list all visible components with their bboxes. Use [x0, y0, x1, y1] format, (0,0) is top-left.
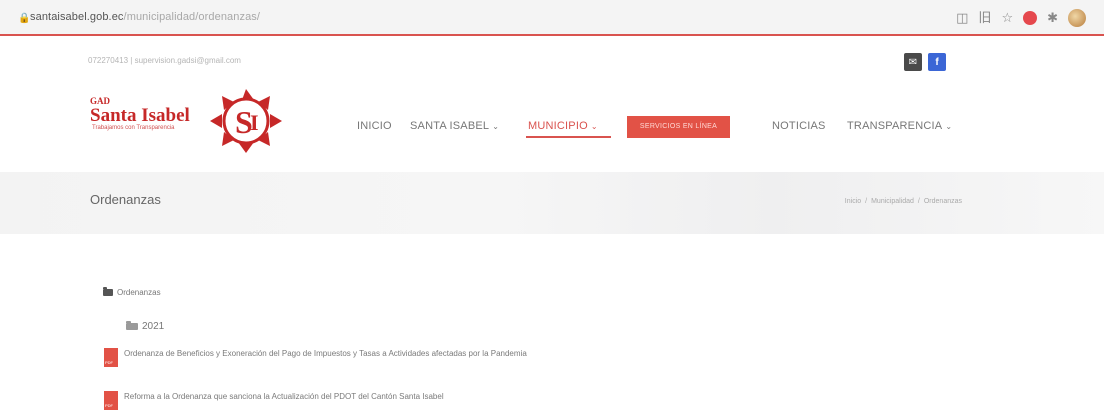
nav-santa-isabel[interactable]: SANTA ISABEL ⌄: [410, 120, 499, 132]
list-item[interactable]: Reforma a la Ordenanza que sanciona la A…: [104, 391, 444, 410]
pdf-icon: [104, 391, 118, 410]
chevron-down-icon: ⌄: [945, 122, 953, 131]
breadcrumb-separator: /: [865, 198, 868, 205]
breadcrumb: Inicio / Municipalidad / Ordenanzas: [843, 198, 964, 205]
nav-transparencia-label: TRANSPARENCIA: [847, 120, 943, 132]
chevron-down-icon: ⌄: [590, 122, 598, 131]
lock-icon: 🔒: [18, 13, 31, 24]
folder-label: Ordenanzas: [117, 288, 161, 297]
email-icon[interactable]: ✉: [904, 53, 922, 71]
page-title: Ordenanzas: [90, 192, 161, 207]
breadcrumb-separator: /: [917, 198, 920, 205]
servicios-en-linea-button[interactable]: SERVICIOS EN LÍNEA: [627, 116, 730, 138]
nav-municipio[interactable]: MUNICIPIO ⌄: [528, 120, 598, 132]
browser-toolbar: 🔒 santaisabel.gob.ec/municipalidad/orden…: [0, 0, 1104, 36]
folder-icon: [103, 287, 113, 296]
screenshot-icon[interactable]: ◫: [956, 10, 968, 26]
browser-actions: ◫ 旧 ☆ ✱: [956, 9, 1086, 27]
folder-label: 2021: [142, 321, 165, 332]
nav-transparencia[interactable]: TRANSPARENCIA ⌄: [847, 120, 952, 132]
main-navigation: INICIO SANTA ISABEL ⌄ MUNICIPIO ⌄ SERVICIO…: [0, 116, 1104, 138]
translate-icon[interactable]: 旧: [978, 10, 991, 26]
document-link[interactable]: Ordenanza de Beneficios y Exoneración de…: [124, 349, 527, 358]
breadcrumb-ordenanzas: Ordenanzas: [923, 198, 962, 205]
bookmark-star-icon[interactable]: ☆: [1001, 10, 1013, 26]
url-host: santaisabel.gob.ec: [30, 11, 124, 23]
address-bar[interactable]: santaisabel.gob.ec/municipalidad/ordenan…: [30, 11, 260, 23]
breadcrumb-inicio[interactable]: Inicio: [845, 198, 861, 205]
extension-icon[interactable]: [1023, 11, 1038, 25]
folder-ordenanzas[interactable]: Ordenanzas: [103, 287, 161, 297]
nav-inicio[interactable]: INICIO: [357, 120, 392, 132]
pdf-icon: [104, 348, 118, 367]
document-link[interactable]: Reforma a la Ordenanza que sanciona la A…: [124, 392, 444, 401]
active-nav-indicator: [526, 136, 611, 138]
folder-open-icon: [126, 321, 138, 330]
nav-santa-isabel-label: SANTA ISABEL: [410, 120, 490, 132]
profile-avatar[interactable]: [1068, 9, 1086, 27]
chevron-down-icon: ⌄: [492, 122, 500, 131]
url-path: /municipalidad/ordenanzas/: [123, 11, 261, 23]
contact-info: 072270413 | supervision.gadsi@gmail.com: [88, 56, 241, 65]
puzzle-icon[interactable]: ✱: [1047, 10, 1058, 26]
folder-2021[interactable]: 2021: [126, 321, 164, 332]
nav-municipio-label: MUNICIPIO: [528, 120, 588, 132]
page-header-band: Ordenanzas Inicio / Municipalidad / Ordenanz…: [0, 172, 1104, 234]
breadcrumb-municipalidad[interactable]: Municipalidad: [871, 198, 914, 205]
list-item[interactable]: Ordenanza de Beneficios y Exoneración de…: [104, 348, 527, 367]
facebook-icon[interactable]: f: [928, 53, 946, 71]
nav-noticias[interactable]: NOTICIAS: [772, 120, 826, 132]
social-links: ✉ f: [904, 53, 946, 71]
